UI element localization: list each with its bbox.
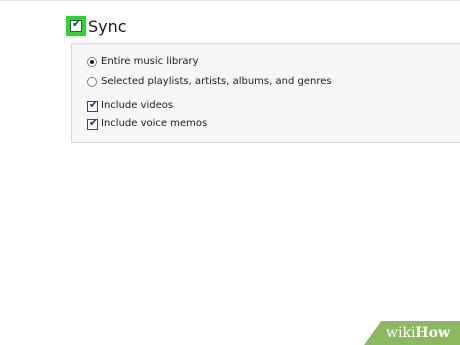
radio-entire-library[interactable]: [87, 57, 97, 67]
checkmark-icon: ✔: [71, 17, 82, 30]
watermark-wiki: wiki: [386, 325, 416, 341]
include-videos-checkbox[interactable]: ✔: [87, 98, 99, 112]
wikihow-watermark: wikiHow: [364, 321, 460, 345]
watermark-how: How: [415, 325, 451, 341]
radio-selected-dot: [90, 60, 94, 64]
checkmark-icon: ✔: [88, 98, 99, 111]
watermark-text: wikiHow: [386, 324, 450, 342]
radio-selected-items-label[interactable]: Selected playlists, artists, albums, and…: [101, 75, 332, 89]
top-divider: [0, 0, 460, 1]
include-voice-memos-label[interactable]: Include voice memos: [101, 117, 207, 131]
include-videos-label[interactable]: Include videos: [101, 99, 173, 113]
include-voice-memos-checkbox[interactable]: ✔: [87, 116, 99, 130]
radio-entire-library-label[interactable]: Entire music library: [101, 55, 199, 69]
sync-options-panel: Entire music library Selected playlists,…: [71, 43, 460, 143]
sync-label: Sync: [88, 17, 127, 36]
sync-checkbox[interactable]: ✔: [70, 17, 82, 32]
radio-selected-items[interactable]: [87, 77, 97, 87]
checkmark-icon: ✔: [88, 116, 99, 129]
